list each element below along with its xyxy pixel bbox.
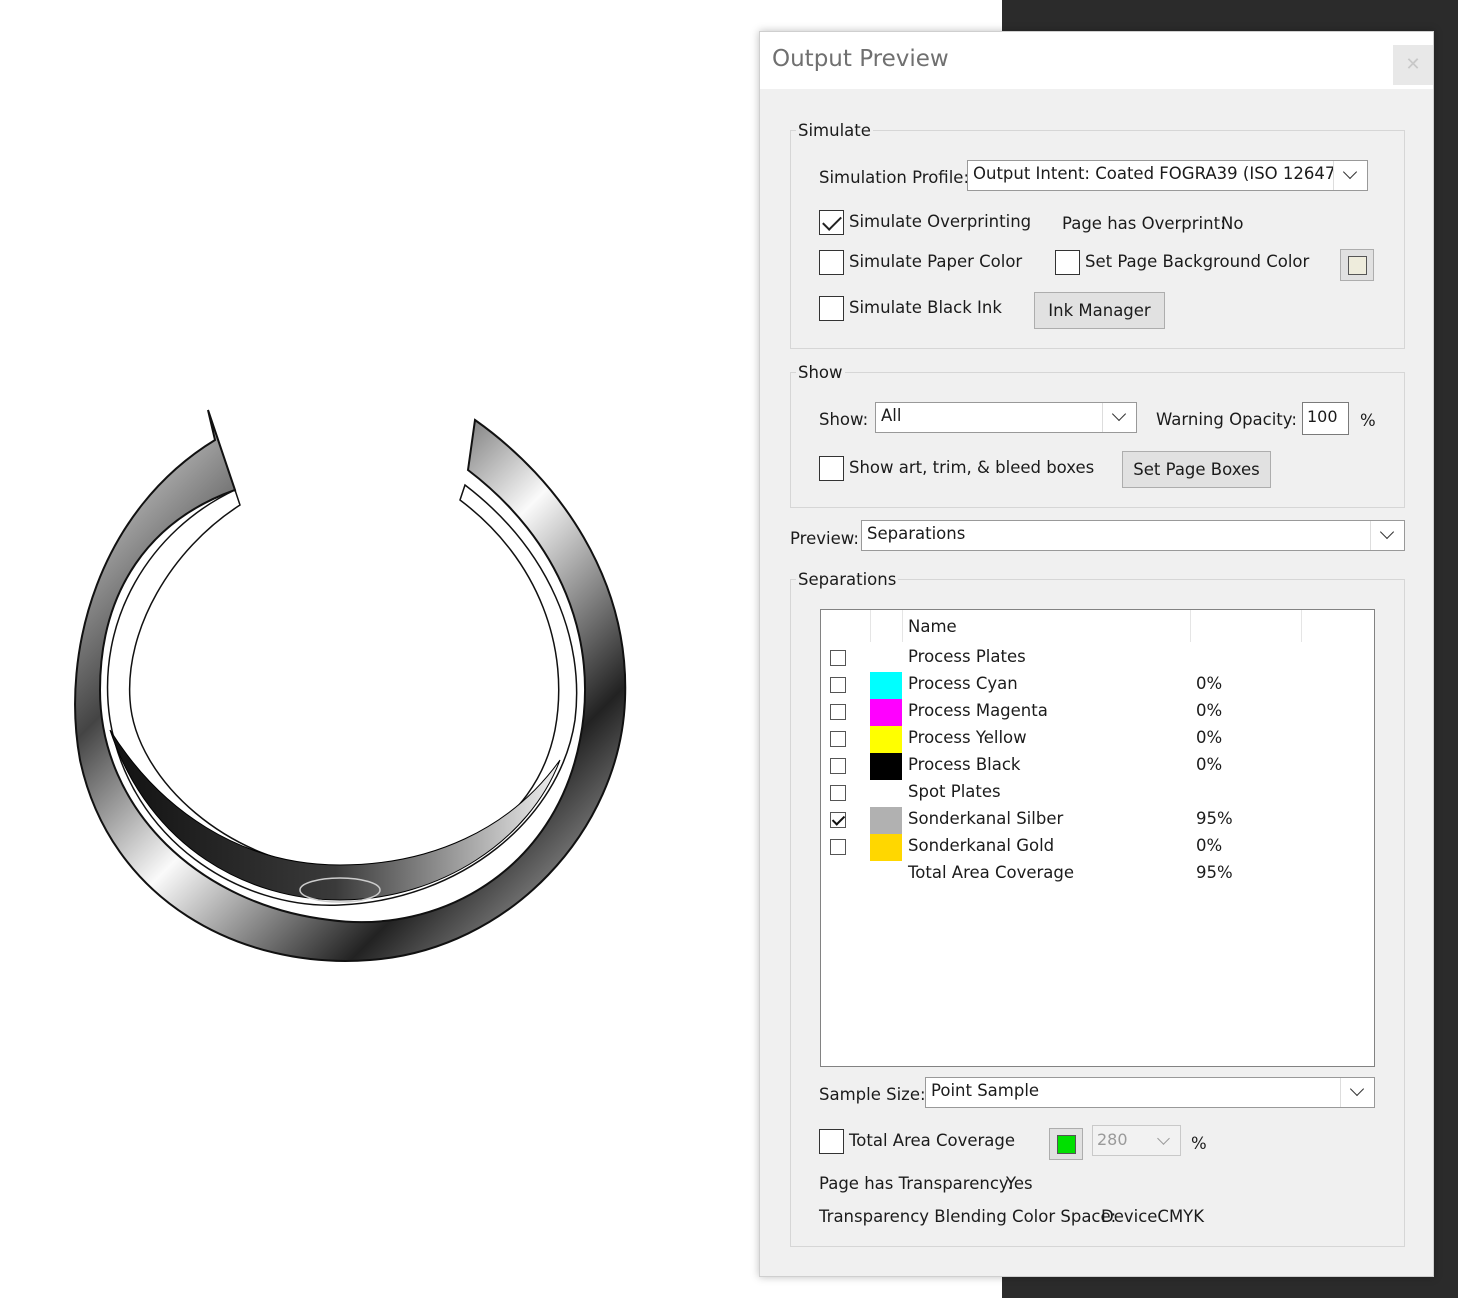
separation-percent: 0% [1196, 836, 1223, 855]
ink-manager-button[interactable]: Ink Manager [1034, 292, 1165, 329]
tac-value-select[interactable]: 280 [1092, 1125, 1181, 1156]
show-value: All [881, 406, 902, 425]
separation-percent: 0% [1196, 728, 1223, 747]
separation-color-swatch [870, 672, 902, 699]
tac-color-swatch-button[interactable] [1049, 1128, 1083, 1160]
column-header-name[interactable]: Name [908, 617, 957, 636]
separation-visibility-checkbox[interactable] [830, 839, 846, 855]
simulation-profile-label: Simulation Profile: [819, 168, 969, 187]
sample-size-label: Sample Size: [819, 1085, 926, 1104]
separation-color-swatch [870, 753, 902, 780]
total-area-coverage-label: Total Area Coverage [849, 1131, 1016, 1150]
show-group [790, 372, 1405, 508]
separation-percent: 95% [1196, 809, 1233, 828]
title-bar: Output Preview ✕ [760, 32, 1433, 89]
chevron-down-icon [1370, 521, 1404, 550]
separation-visibility-checkbox[interactable] [830, 785, 846, 801]
separation-color-swatch [870, 807, 902, 834]
separation-row[interactable]: Process Cyan 0% [821, 672, 1374, 699]
warning-opacity-label: Warning Opacity: [1156, 410, 1297, 429]
tac-color-swatch [1057, 1135, 1076, 1154]
simulate-black-ink-checkbox[interactable] [819, 296, 844, 321]
separation-visibility-checkbox[interactable] [830, 758, 846, 774]
separation-row[interactable]: Sonderkanal Gold 0% [821, 834, 1374, 861]
separation-name: Sonderkanal Gold [908, 836, 1055, 855]
separation-visibility-checkbox[interactable] [830, 650, 846, 666]
sample-size-select[interactable]: Point Sample [925, 1077, 1375, 1108]
page-overprint-label: Page has Overprint: [1062, 214, 1226, 233]
separation-name: Sonderkanal Silber [908, 809, 1064, 828]
separation-color-swatch [870, 699, 902, 726]
warning-opacity-input[interactable]: 100 [1302, 402, 1349, 435]
separation-percent: 95% [1196, 863, 1233, 882]
set-page-boxes-button[interactable]: Set Page Boxes [1122, 451, 1271, 488]
separation-name: Process Cyan [908, 674, 1018, 693]
separation-visibility-checkbox[interactable] [830, 731, 846, 747]
preview-label: Preview: [790, 529, 859, 548]
separation-color-swatch [870, 834, 902, 861]
separation-name: Total Area Coverage [908, 863, 1075, 882]
separation-name: Process Black [908, 755, 1021, 774]
ring-artwork [74, 409, 627, 962]
separation-color-swatch [870, 726, 902, 753]
separation-row[interactable]: Spot Plates [821, 780, 1374, 807]
background-color-swatch [1348, 256, 1367, 275]
simulate-overprinting-label: Simulate Overprinting [849, 212, 1032, 231]
separations-list-header: Name [821, 610, 1374, 642]
separation-row[interactable]: Total Area Coverage 95% [821, 861, 1374, 888]
page-overprint-value: No [1221, 214, 1244, 233]
tac-percent: % [1191, 1134, 1207, 1153]
simulate-paper-color-label: Simulate Paper Color [849, 252, 1023, 271]
separation-row[interactable]: Sonderkanal Silber 95% [821, 807, 1374, 834]
show-select[interactable]: All [875, 402, 1137, 433]
separation-percent: 0% [1196, 674, 1223, 693]
sample-size-value: Point Sample [931, 1081, 1040, 1100]
simulate-group-label: Simulate [796, 121, 873, 140]
separation-row[interactable]: Process Yellow 0% [821, 726, 1374, 753]
separation-visibility-checkbox[interactable] [830, 677, 846, 693]
dialog-title: Output Preview [772, 46, 949, 72]
separation-row[interactable]: Process Plates [821, 645, 1374, 672]
warning-opacity-percent: % [1360, 411, 1376, 430]
page-transparency-value: Yes [1006, 1174, 1033, 1193]
separation-name: Spot Plates [908, 782, 1001, 801]
separation-percent: 0% [1196, 755, 1223, 774]
show-boxes-label: Show art, trim, & bleed boxes [849, 458, 1095, 477]
separation-name: Process Yellow [908, 728, 1027, 747]
simulate-paper-color-checkbox[interactable] [819, 250, 844, 275]
set-page-background-color-label: Set Page Background Color [1085, 252, 1310, 271]
separations-list[interactable]: Name Process Plates Process Cyan 0% Process… [820, 609, 1375, 1067]
separations-group-label: Separations [796, 570, 899, 589]
chevron-down-icon [1333, 161, 1367, 190]
separation-visibility-checkbox[interactable] [830, 704, 846, 720]
separation-row[interactable]: Process Magenta 0% [821, 699, 1374, 726]
output-preview-dialog: Output Preview ✕ Simulate Simulation Pro… [759, 31, 1434, 1277]
separation-visibility-checkbox[interactable] [830, 812, 846, 828]
tac-value: 280 [1097, 1130, 1128, 1149]
preview-select[interactable]: Separations [861, 520, 1405, 551]
separation-percent: 0% [1196, 701, 1223, 720]
chevron-down-icon [1102, 403, 1136, 432]
close-icon[interactable]: ✕ [1393, 45, 1433, 85]
simulate-overprinting-checkbox[interactable] [819, 210, 844, 235]
show-label: Show: [819, 410, 869, 429]
show-group-label: Show [796, 363, 845, 382]
chevron-down-icon [1340, 1078, 1374, 1107]
simulate-black-ink-label: Simulate Black Ink [849, 298, 1002, 317]
simulation-profile-value: Output Intent: Coated FOGRA39 (ISO 12647… [973, 164, 1368, 183]
separation-name: Process Plates [908, 647, 1026, 666]
total-area-coverage-checkbox[interactable] [819, 1129, 844, 1154]
blending-color-space-label: Transparency Blending Color Space: [819, 1207, 1117, 1226]
separation-name: Process Magenta [908, 701, 1048, 720]
set-page-background-color-checkbox[interactable] [1055, 250, 1080, 275]
separation-row[interactable]: Process Black 0% [821, 753, 1374, 780]
preview-value: Separations [867, 524, 966, 543]
simulation-profile-select[interactable]: Output Intent: Coated FOGRA39 (ISO 12647… [967, 160, 1368, 191]
blending-color-space-value: DeviceCMYK [1101, 1207, 1205, 1226]
background-color-swatch-button[interactable] [1340, 249, 1374, 281]
show-boxes-checkbox[interactable] [819, 456, 844, 481]
page-transparency-label: Page has Transparency: [819, 1174, 1014, 1193]
